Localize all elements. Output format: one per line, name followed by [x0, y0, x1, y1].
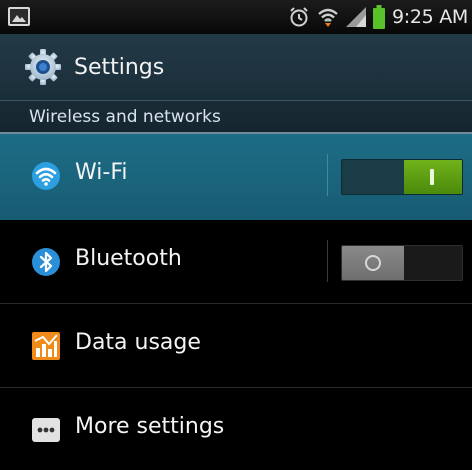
settings-item-label: Data usage: [75, 330, 201, 355]
status-icons: 9:25 AM: [288, 0, 468, 34]
toggle-knob: [342, 246, 404, 280]
settings-item-label: Bluetooth: [75, 246, 182, 271]
status-bar: 9:25 AM: [0, 0, 472, 34]
section-header: Wireless and networks: [0, 100, 472, 134]
settings-item-data-usage[interactable]: Data usage: [0, 304, 472, 388]
section-title: Wireless and networks: [29, 107, 221, 127]
bluetooth-icon: [32, 248, 60, 276]
status-time: 9:25 AM: [392, 6, 468, 28]
wifi-toggle[interactable]: [341, 159, 463, 195]
more-icon: [32, 418, 60, 442]
wifi-icon: [32, 162, 60, 190]
gallery-icon: [8, 7, 30, 26]
page-title: Settings: [74, 55, 165, 80]
cell-signal-icon: [346, 7, 366, 27]
action-bar: Settings: [0, 34, 472, 100]
bluetooth-toggle[interactable]: [341, 245, 463, 281]
settings-item-more[interactable]: More settings: [0, 388, 472, 470]
settings-item-label: More settings: [75, 414, 225, 439]
divider: [327, 240, 328, 282]
data-usage-icon: [32, 332, 60, 360]
divider: [327, 154, 328, 196]
wifi-signal-icon: [318, 8, 338, 27]
battery-icon: [373, 5, 385, 29]
toggle-knob: [404, 160, 462, 194]
gear-icon[interactable]: [24, 48, 62, 86]
settings-item-label: Wi-Fi: [75, 160, 128, 185]
alarm-icon: [290, 7, 308, 27]
